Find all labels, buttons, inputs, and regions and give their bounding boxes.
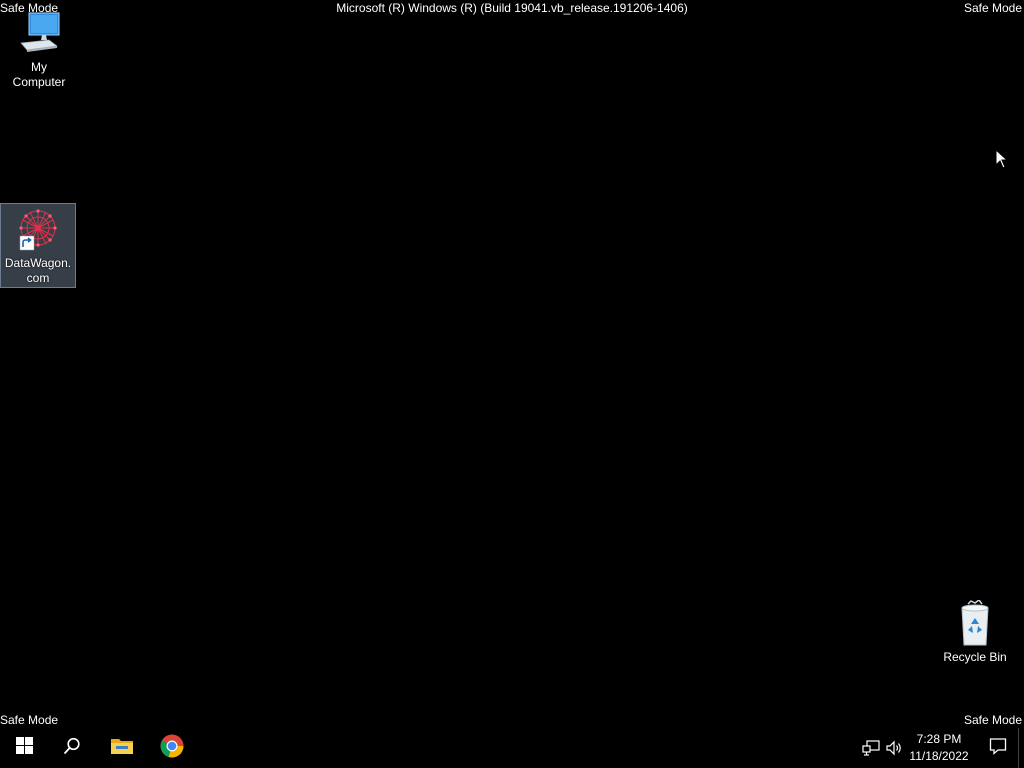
build-info-text: Microsoft (R) Windows (R) (Build 19041.v…	[336, 1, 688, 15]
action-center-button[interactable]	[978, 728, 1018, 768]
windows-logo-icon	[15, 737, 33, 759]
search-button[interactable]	[48, 728, 96, 768]
desktop-icon-label: DataWagon.com	[4, 256, 72, 285]
clock-date: 11/18/2022	[909, 749, 969, 763]
datawagon-shortcut-icon	[14, 206, 62, 254]
search-icon	[63, 737, 81, 760]
taskbar-clock[interactable]: 7:28 PM 11/18/2022	[906, 731, 972, 765]
desktop-icon-datawagon[interactable]: DataWagon.com	[0, 203, 76, 288]
safe-mode-label-bottom-right: Safe Mode	[963, 713, 1022, 727]
start-button[interactable]	[0, 728, 48, 768]
mouse-cursor-icon	[995, 148, 1009, 169]
notification-icon	[989, 737, 1007, 760]
desktop-icon-my-computer[interactable]: My Computer	[1, 10, 77, 90]
safe-mode-label-top-right: Safe Mode	[963, 1, 1022, 15]
desktop-icon-label: Recycle Bin	[943, 650, 1007, 664]
taskbar: 7:28 PM 11/18/2022	[0, 728, 1024, 768]
desktop[interactable]: Safe Mode Microsoft (R) Windows (R) (Bui…	[0, 0, 1024, 768]
chrome-icon	[160, 734, 184, 763]
show-desktop-button[interactable]	[1018, 728, 1024, 768]
recycle-bin-icon	[951, 598, 999, 648]
volume-icon[interactable]	[883, 738, 905, 758]
network-icon[interactable]	[860, 738, 882, 758]
desktop-icon-label: My Computer	[12, 60, 66, 89]
clock-time: 7:28 PM	[916, 732, 962, 746]
computer-icon	[15, 10, 63, 58]
chrome-button[interactable]	[148, 728, 196, 768]
file-explorer-button[interactable]	[98, 728, 146, 768]
desktop-icon-recycle-bin[interactable]: Recycle Bin	[937, 598, 1013, 665]
folder-icon	[110, 736, 134, 761]
safe-mode-label-bottom-left: Safe Mode	[0, 713, 59, 727]
